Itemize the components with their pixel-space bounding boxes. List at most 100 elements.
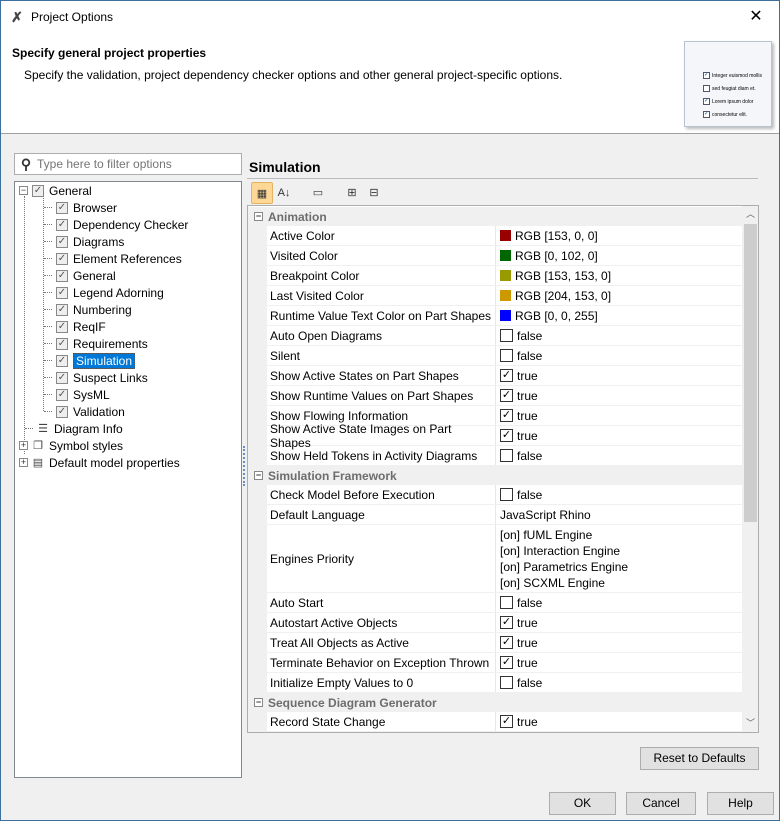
tree-item-diagrams[interactable]: ✓ Diagrams bbox=[56, 233, 124, 250]
property-row[interactable]: Breakpoint Color RGB [153, 153, 0] bbox=[248, 266, 742, 286]
checkbox-icon[interactable]: ✓ bbox=[56, 388, 68, 401]
checkbox-icon[interactable]: ✓ bbox=[56, 269, 68, 282]
collapse-icon[interactable]: − bbox=[254, 471, 263, 480]
checkbox[interactable]: ✓ bbox=[500, 369, 513, 382]
property-value[interactable]: ✓ true bbox=[496, 633, 742, 652]
collapse-icon[interactable]: − bbox=[254, 698, 263, 707]
property-row[interactable]: Runtime Value Text Color on Part Shapes R… bbox=[248, 306, 742, 326]
checkbox[interactable]: ✓ bbox=[500, 636, 513, 649]
checkbox[interactable] bbox=[500, 488, 513, 501]
tree-item-reqif[interactable]: ✓ ReqIF bbox=[56, 318, 106, 335]
tree-item-browser[interactable]: ✓ Browser bbox=[56, 199, 117, 216]
property-value[interactable]: RGB [0, 102, 0] bbox=[496, 246, 742, 265]
tree-item-dependency-checker[interactable]: ✓ Dependency Checker bbox=[56, 216, 188, 233]
property-row[interactable]: Treat All Objects as Active ✓ true bbox=[248, 633, 742, 653]
scroll-up-icon[interactable]: ︿ bbox=[742, 206, 758, 223]
expand-all-icon[interactable]: ⊞ bbox=[341, 182, 363, 204]
tree-item-general[interactable]: ✓ General bbox=[56, 267, 116, 284]
close-button[interactable]: ✕ bbox=[733, 1, 779, 33]
tree-item-default-model-properties[interactable]: + ▤ Default model properties bbox=[19, 454, 180, 471]
property-value[interactable]: JavaScript Rhino bbox=[496, 505, 742, 524]
expand-icon[interactable]: + bbox=[19, 441, 28, 450]
categorized-view-icon[interactable]: ▦ bbox=[251, 182, 273, 204]
property-row[interactable]: Check Model Before Execution false bbox=[248, 485, 742, 505]
help-button[interactable]: Help bbox=[707, 792, 774, 815]
checkbox[interactable]: ✓ bbox=[500, 656, 513, 669]
checkbox-icon[interactable]: ✓ bbox=[56, 354, 68, 367]
checkbox[interactable]: ✓ bbox=[500, 389, 513, 402]
tree-item-symbol-styles[interactable]: + ❐ Symbol styles bbox=[19, 437, 123, 454]
property-value[interactable]: false bbox=[496, 673, 742, 692]
checkbox[interactable]: ✓ bbox=[500, 715, 513, 728]
group-header[interactable]: − Simulation Framework bbox=[248, 466, 742, 485]
tree-item-element-references[interactable]: ✓ Element References bbox=[56, 250, 182, 267]
property-value[interactable]: ✓ true bbox=[496, 386, 742, 405]
checkbox[interactable] bbox=[500, 349, 513, 362]
tree-item-simulation[interactable]: ✓ Simulation bbox=[56, 352, 136, 369]
property-row[interactable]: Silent false bbox=[248, 346, 742, 366]
filter-input[interactable] bbox=[37, 157, 237, 171]
property-row[interactable]: Active Color RGB [153, 0, 0] bbox=[248, 226, 742, 246]
expand-icon[interactable]: + bbox=[19, 458, 28, 467]
tree-item-diagram-info[interactable]: ☰ Diagram Info bbox=[37, 420, 123, 437]
property-row[interactable]: Record State Change ✓ true bbox=[248, 712, 742, 732]
checkbox-icon[interactable]: ✓ bbox=[56, 201, 68, 214]
property-row[interactable]: Show Runtime Values on Part Shapes ✓ true bbox=[248, 386, 742, 406]
property-row[interactable]: Terminate Behavior on Exception Thrown ✓ t… bbox=[248, 653, 742, 673]
reset-to-defaults-button[interactable]: Reset to Defaults bbox=[640, 747, 759, 770]
property-row[interactable]: Last Visited Color RGB [204, 153, 0] bbox=[248, 286, 742, 306]
checkbox-icon[interactable]: ✓ bbox=[56, 405, 68, 418]
property-value[interactable]: false bbox=[496, 446, 742, 465]
checkbox-icon[interactable]: ✓ bbox=[56, 286, 68, 299]
scroll-down-icon[interactable]: ﹀ bbox=[742, 715, 758, 732]
checkbox-icon[interactable]: ✓ bbox=[56, 371, 68, 384]
tree-item-sysml[interactable]: ✓ SysML bbox=[56, 386, 110, 403]
cancel-button[interactable]: Cancel bbox=[626, 792, 696, 815]
checkbox[interactable]: ✓ bbox=[500, 429, 513, 442]
property-value[interactable]: ✓ true bbox=[496, 712, 742, 731]
ok-button[interactable]: OK bbox=[549, 792, 616, 815]
property-row[interactable]: Show Held Tokens in Activity Diagrams fal… bbox=[248, 446, 742, 466]
checkbox[interactable] bbox=[500, 596, 513, 609]
filter-input-box[interactable]: ⚲ bbox=[14, 153, 242, 175]
vertical-scrollbar[interactable]: ︿ ﹀ bbox=[742, 206, 758, 732]
property-value[interactable]: false bbox=[496, 326, 742, 345]
tree-item-validation[interactable]: ✓ Validation bbox=[56, 403, 125, 420]
property-value[interactable]: ✓ true bbox=[496, 426, 742, 445]
property-row[interactable]: Auto Start false bbox=[248, 593, 742, 613]
property-value[interactable]: [on] fUML Engine [on] Interaction Engine[… bbox=[496, 525, 742, 592]
checkbox[interactable]: ✓ bbox=[500, 616, 513, 629]
checkbox[interactable] bbox=[500, 676, 513, 689]
property-value[interactable]: false bbox=[496, 346, 742, 365]
tree-item-numbering[interactable]: ✓ Numbering bbox=[56, 301, 132, 318]
property-row[interactable]: Autostart Active Objects ✓ true bbox=[248, 613, 742, 633]
property-value[interactable]: RGB [204, 153, 0] bbox=[496, 286, 742, 305]
description-toggle-icon[interactable]: ▭ bbox=[307, 182, 329, 204]
checkbox-icon[interactable]: ✓ bbox=[32, 184, 44, 197]
checkbox-icon[interactable]: ✓ bbox=[56, 218, 68, 231]
group-header[interactable]: − Sequence Diagram Generator bbox=[248, 693, 742, 712]
scrollbar-thumb[interactable] bbox=[744, 224, 757, 522]
property-row[interactable]: Initialize Empty Values to 0 false bbox=[248, 673, 742, 693]
collapse-all-icon[interactable]: ⊟ bbox=[363, 182, 385, 204]
checkbox-icon[interactable]: ✓ bbox=[56, 252, 68, 265]
property-value[interactable]: ✓ true bbox=[496, 366, 742, 385]
tree-item-requirements[interactable]: ✓ Requirements bbox=[56, 335, 148, 352]
group-header[interactable]: − Animation bbox=[248, 207, 742, 226]
property-row[interactable]: Show Active States on Part Shapes ✓ true bbox=[248, 366, 742, 386]
property-value[interactable]: RGB [153, 0, 0] bbox=[496, 226, 742, 245]
tree-item-general[interactable]: − ✓ General bbox=[19, 182, 92, 199]
checkbox-icon[interactable]: ✓ bbox=[56, 235, 68, 248]
checkbox[interactable] bbox=[500, 449, 513, 462]
property-value[interactable]: false bbox=[496, 593, 742, 612]
splitter-handle[interactable] bbox=[243, 446, 245, 486]
property-value[interactable]: RGB [0, 0, 255] bbox=[496, 306, 742, 325]
property-value[interactable]: ✓ true bbox=[496, 406, 742, 425]
checkbox-icon[interactable]: ✓ bbox=[56, 337, 68, 350]
tree-item-suspect-links[interactable]: ✓ Suspect Links bbox=[56, 369, 148, 386]
property-row[interactable]: Default Language JavaScript Rhino bbox=[248, 505, 742, 525]
checkbox[interactable]: ✓ bbox=[500, 409, 513, 422]
property-row[interactable]: Engines Priority [on] fUML Engine [on] Int… bbox=[248, 525, 742, 593]
sort-alphabetical-icon[interactable]: A↓ bbox=[273, 182, 295, 204]
checkbox-icon[interactable]: ✓ bbox=[56, 320, 68, 333]
